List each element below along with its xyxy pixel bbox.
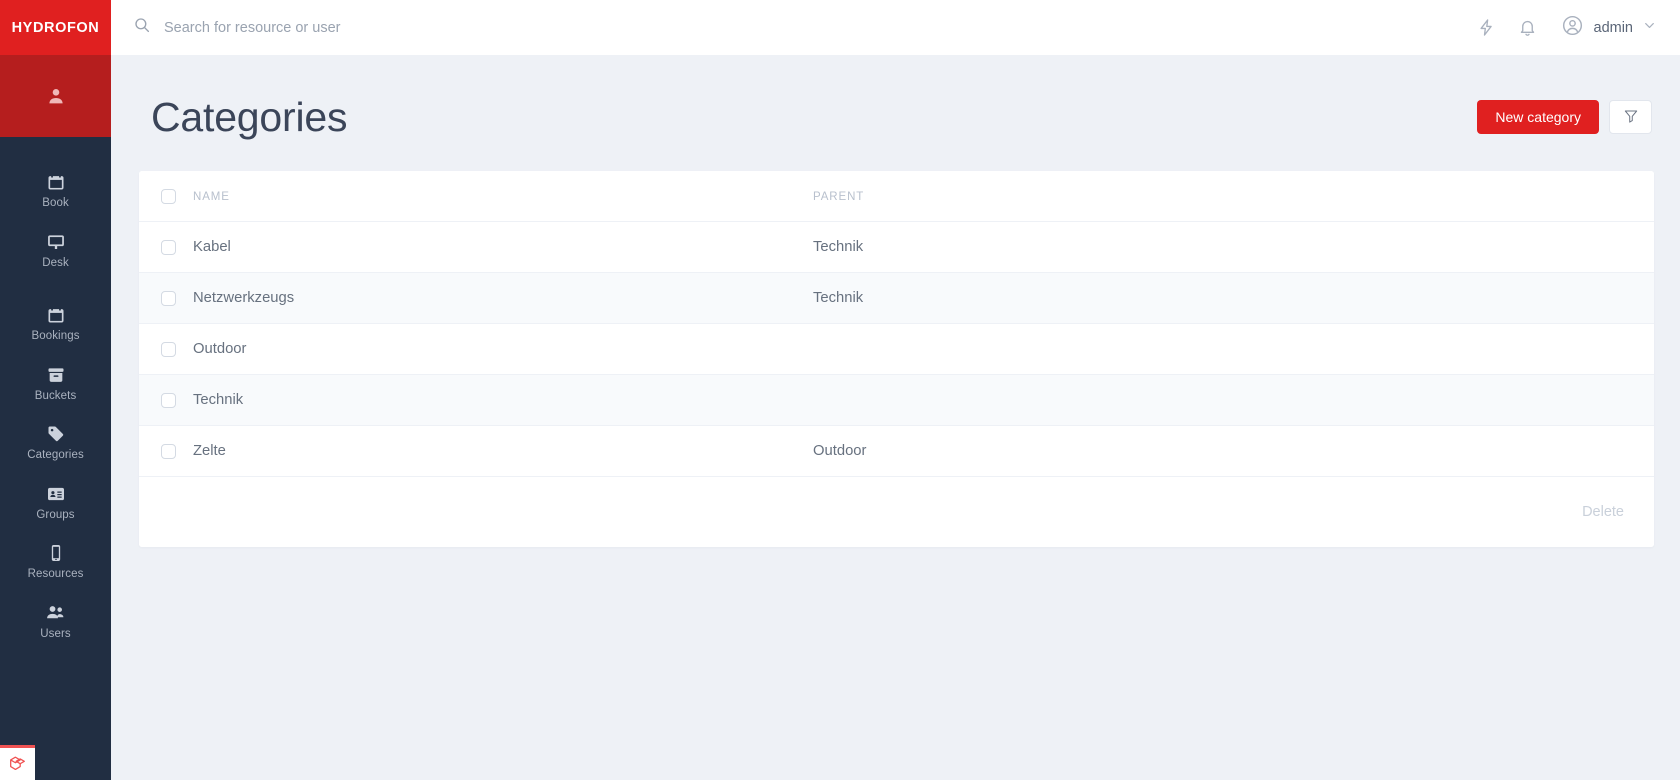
cell-parent: Technik xyxy=(813,221,1654,273)
row-checkbox[interactable] xyxy=(161,443,176,459)
row-select-cell xyxy=(139,425,193,477)
cell-name: Zelte xyxy=(193,425,813,477)
nav-divider-gap xyxy=(0,278,111,296)
cell-name: Netzwerkzeugs xyxy=(193,272,813,324)
sidebar-item-label: Groups xyxy=(36,508,75,521)
calendar-icon xyxy=(45,304,67,326)
table-row[interactable]: Outdoor xyxy=(139,323,1654,375)
main-area: admin Categories New category xyxy=(111,0,1680,780)
new-category-button[interactable]: New category xyxy=(1477,100,1599,134)
lightning-bolt-icon[interactable] xyxy=(1477,18,1496,37)
sidebar-item-label: Desk xyxy=(42,256,69,269)
page-title: Categories xyxy=(151,93,348,140)
sidebar-nav: Book Desk Bookings Buckets Categories Gr… xyxy=(0,137,111,649)
mobile-icon xyxy=(45,542,67,564)
bell-icon[interactable] xyxy=(1518,18,1537,37)
page-content: Categories New category NAME PARENT Kabe… xyxy=(111,55,1680,780)
sidebar-item-categories[interactable]: Categories xyxy=(0,415,111,471)
row-select-cell xyxy=(139,374,193,426)
user-name: admin xyxy=(1593,19,1634,36)
sidebar-item-label: Users xyxy=(40,627,71,640)
column-header-parent[interactable]: PARENT xyxy=(813,171,1654,222)
cell-name: Outdoor xyxy=(193,323,813,375)
sidebar-item-label: Categories xyxy=(27,449,84,461)
table-head: NAME PARENT xyxy=(139,171,1654,222)
sidebar-item-book[interactable]: Book xyxy=(0,163,111,219)
cell-parent xyxy=(813,374,1654,426)
row-select-cell xyxy=(139,221,193,273)
monitor-icon xyxy=(45,231,67,253)
delete-button[interactable]: Delete xyxy=(1582,504,1624,520)
table-body: Kabel Technik Netzwerkzeugs Technik Outd… xyxy=(139,221,1654,477)
search-input[interactable] xyxy=(164,19,584,36)
cell-name: Technik xyxy=(193,374,813,426)
table-footer: Delete xyxy=(139,477,1654,547)
cell-name: Kabel xyxy=(193,221,813,273)
row-checkbox[interactable] xyxy=(161,239,176,255)
sidebar-item-buckets[interactable]: Buckets xyxy=(0,356,111,412)
topbar: admin xyxy=(111,0,1680,55)
users-icon xyxy=(45,602,67,624)
user-icon xyxy=(45,85,67,107)
tag-icon xyxy=(45,423,67,445)
row-checkbox[interactable] xyxy=(161,290,176,306)
sidebar-item-bookings[interactable]: Bookings xyxy=(0,296,111,352)
chevron-down-icon xyxy=(1643,19,1656,37)
sidebar-item-users[interactable]: Users xyxy=(0,594,111,650)
row-checkbox[interactable] xyxy=(161,341,176,357)
table-row[interactable]: Zelte Outdoor xyxy=(139,425,1654,477)
table-row[interactable]: Netzwerkzeugs Technik xyxy=(139,272,1654,324)
user-circle-icon xyxy=(1561,14,1584,42)
id-card-icon xyxy=(45,483,67,505)
sidebar-item-resources[interactable]: Resources xyxy=(0,534,111,590)
select-all-header xyxy=(139,171,193,222)
sidebar-item-label: Resources xyxy=(27,568,84,580)
cell-parent: Outdoor xyxy=(813,425,1654,477)
funnel-icon xyxy=(1623,108,1639,127)
user-menu[interactable]: admin xyxy=(1561,14,1657,42)
page-actions: New category xyxy=(1477,100,1652,134)
search-bar[interactable] xyxy=(133,16,1477,39)
row-select-cell xyxy=(139,323,193,375)
table-row[interactable]: Technik xyxy=(139,374,1654,426)
filter-button[interactable] xyxy=(1609,100,1652,134)
row-checkbox[interactable] xyxy=(161,392,176,408)
sidebar-item-label: Bookings xyxy=(31,330,80,342)
laravel-logo-icon[interactable] xyxy=(0,745,35,780)
calendar-icon xyxy=(45,171,67,193)
search-icon xyxy=(133,16,151,39)
table-header-row: NAME PARENT xyxy=(139,171,1654,222)
sidebar-item-label: Book xyxy=(42,197,69,209)
cell-parent xyxy=(813,323,1654,375)
select-all-checkbox[interactable] xyxy=(161,189,176,204)
cell-parent: Technik xyxy=(813,272,1654,324)
sidebar: HYDROFON Book Desk Bookings Buckets Cate… xyxy=(0,0,111,780)
categories-table-card: NAME PARENT Kabel Technik Netzwerkzeugs … xyxy=(139,171,1654,547)
categories-table: NAME PARENT Kabel Technik Netzwerkzeugs … xyxy=(139,171,1654,477)
topbar-actions: admin xyxy=(1477,14,1657,42)
page-header: Categories New category xyxy=(139,89,1654,145)
table-row[interactable]: Kabel Technik xyxy=(139,221,1654,273)
sidebar-item-label: Buckets xyxy=(34,389,77,402)
app-root: HYDROFON Book Desk Bookings Buckets Cate… xyxy=(0,0,1680,780)
row-select-cell xyxy=(139,272,193,324)
brand-logo[interactable]: HYDROFON xyxy=(0,0,111,55)
column-header-name[interactable]: NAME xyxy=(193,171,813,222)
sidebar-avatar[interactable] xyxy=(0,55,111,137)
sidebar-item-groups[interactable]: Groups xyxy=(0,475,111,531)
archive-box-icon xyxy=(45,364,67,386)
sidebar-item-desk[interactable]: Desk xyxy=(0,223,111,279)
brand-name: HYDROFON xyxy=(11,19,100,36)
